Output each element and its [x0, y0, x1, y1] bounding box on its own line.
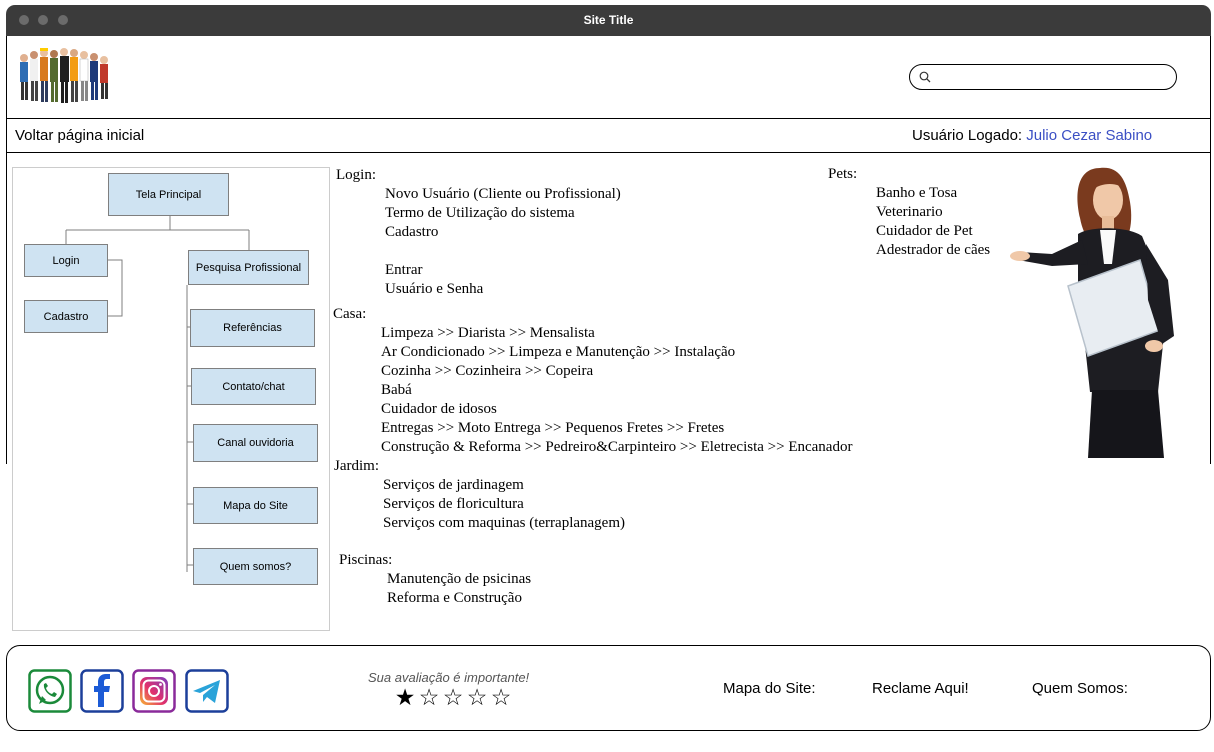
pets-item[interactable]: Banho e Tosa	[876, 185, 957, 202]
section-title-casa: Casa:	[333, 306, 367, 322]
jardim-item[interactable]: Serviços de floricultura	[383, 496, 524, 513]
login-item[interactable]: Termo de Utilização do sistema	[385, 205, 575, 222]
sitemap-node-canal-ouvidoria[interactable]: Canal ouvidoria	[193, 424, 318, 462]
telegram-icon[interactable]	[185, 669, 229, 713]
search-input[interactable]	[909, 64, 1177, 90]
casa-item[interactable]: Entregas >> Moto Entrega >> Pequenos Fre…	[381, 420, 724, 437]
star-icon[interactable]: ☆	[441, 684, 465, 710]
login-item[interactable]: Cadastro	[385, 224, 438, 241]
facebook-icon[interactable]	[80, 669, 124, 713]
star-icon[interactable]: ☆	[417, 684, 441, 710]
section-title-piscinas: Piscinas:	[339, 552, 393, 568]
pets-item[interactable]: Veterinario	[876, 204, 943, 221]
instagram-icon[interactable]	[132, 669, 176, 713]
rating-label: Sua avaliação é importante!	[368, 670, 530, 685]
sitemap-node-tela-principal[interactable]: Tela Principal	[108, 173, 229, 216]
whatsapp-icon[interactable]	[28, 669, 72, 713]
casa-item[interactable]: Cuidador de idosos	[381, 401, 497, 418]
window-border-right	[1210, 36, 1211, 464]
rating-stars: ★ ☆ ☆ ☆ ☆	[393, 684, 513, 710]
sitemap-node-mapa-do-site[interactable]: Mapa do Site	[193, 487, 318, 524]
logged-user-info: Usuário Logado: Julio Cezar Sabino	[912, 127, 1152, 144]
window-titlebar: Site Title	[6, 5, 1211, 36]
star-icon[interactable]: ☆	[465, 684, 489, 710]
sitemap-node-pesquisa-profissional[interactable]: Pesquisa Profissional	[188, 250, 309, 285]
jardim-item[interactable]: Serviços de jardinagem	[383, 477, 524, 494]
login-item[interactable]: Entrar	[385, 262, 422, 279]
window-border-left	[6, 36, 7, 464]
logged-user-name[interactable]: Julio Cezar Sabino	[1026, 127, 1152, 144]
workers-logo[interactable]	[16, 44, 114, 106]
casa-item[interactable]: Ar Condicionado >> Limpeza e Manutenção …	[381, 344, 735, 361]
sitemap-node-referencias[interactable]: Referências	[190, 309, 315, 347]
sitemap-node-contato-chat[interactable]: Contato/chat	[191, 368, 316, 405]
footer-link-quem-somos[interactable]: Quem Somos:	[1032, 680, 1128, 697]
sitemap-node-login[interactable]: Login	[24, 244, 108, 277]
sitemap-node-cadastro[interactable]: Cadastro	[24, 300, 108, 333]
section-title-login: Login:	[336, 167, 376, 183]
footer-link-mapa-do-site[interactable]: Mapa do Site:	[723, 680, 816, 697]
jardim-item[interactable]: Serviços com maquinas (terraplanagem)	[383, 515, 625, 532]
pets-item[interactable]: Cuidador de Pet	[876, 223, 973, 240]
presenter-illustration	[1010, 167, 1174, 458]
back-home-link[interactable]: Voltar página inicial	[15, 127, 144, 144]
sitemap-node-quem-somos[interactable]: Quem somos?	[193, 548, 318, 585]
sitemap-diagram: Tela Principal Login Cadastro Pesquisa P…	[12, 167, 330, 631]
casa-item[interactable]: Babá	[381, 382, 412, 399]
piscinas-item[interactable]: Manutenção de psicinas	[387, 571, 531, 588]
pets-item[interactable]: Adestrador de cães	[876, 242, 990, 259]
footer-link-reclame-aqui[interactable]: Reclame Aqui!	[872, 680, 969, 697]
login-item[interactable]: Novo Usuário (Cliente ou Profissional)	[385, 186, 621, 203]
casa-item[interactable]: Cozinha >> Cozinheira >> Copeira	[381, 363, 593, 380]
window-title: Site Title	[583, 13, 634, 27]
login-item[interactable]: Usuário e Senha	[385, 281, 483, 298]
piscinas-item[interactable]: Reforma e Construção	[387, 590, 522, 607]
casa-item[interactable]: Construção & Reforma >> Pedreiro&Carpint…	[381, 439, 852, 456]
search-icon	[919, 71, 931, 83]
header-divider	[6, 118, 1211, 119]
section-title-pets: Pets:	[828, 166, 858, 182]
logged-user-label: Usuário Logado:	[912, 127, 1023, 144]
nav-divider	[6, 152, 1211, 153]
star-icon[interactable]: ★	[393, 684, 417, 710]
star-icon[interactable]: ☆	[489, 684, 513, 710]
section-title-jardim: Jardim:	[334, 458, 379, 474]
casa-item[interactable]: Limpeza >> Diarista >> Mensalista	[381, 325, 595, 342]
